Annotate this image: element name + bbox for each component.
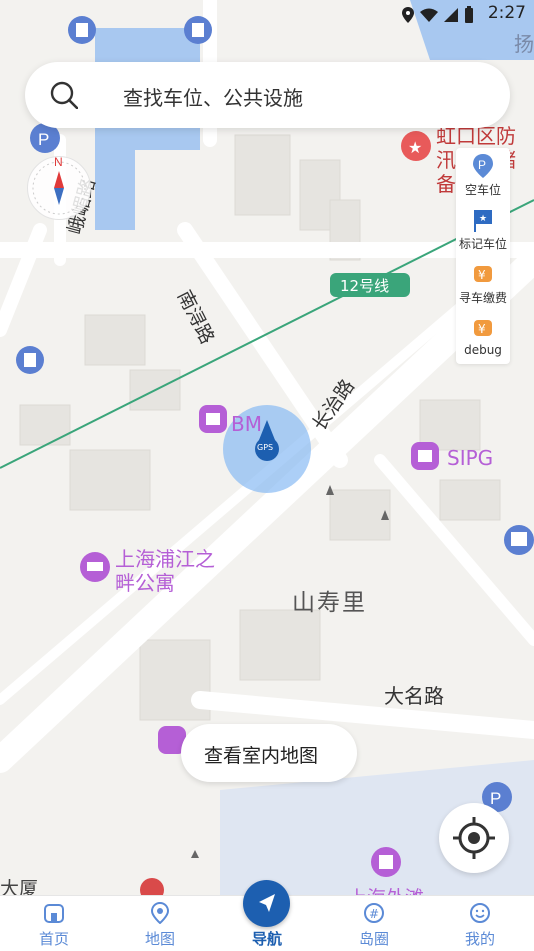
tab-profile[interactable]: 我的 [440,896,520,951]
svg-text:★: ★ [408,138,422,157]
navigate-fab[interactable] [243,880,290,927]
find-car-pay-button[interactable]: ¥ 寻车缴费 [456,256,510,310]
tab-profile-label: 我的 [464,930,495,948]
navigate-icon [259,894,275,912]
tab-island-label: 岛圈 [358,930,389,948]
indoor-map-label: 查看室内地图 [204,745,319,767]
parking-pin-icon: P [472,154,494,178]
locate-me-button[interactable] [439,803,509,873]
svg-text:¥: ¥ [478,268,486,282]
search-bar[interactable]: 查找车位、公共设施 [25,62,510,128]
emergency-poi[interactable]: ★ [401,131,431,161]
search-input[interactable]: 查找车位、公共设施 [123,82,303,111]
tab-island[interactable]: # 岛圈 [334,896,414,951]
tab-home[interactable]: 首页 [14,896,94,951]
mark-parking-label: 标记车位 [458,237,507,251]
map-label-bm: BM [231,412,262,436]
svg-text:★: ★ [479,214,487,224]
tab-map[interactable]: 地图 [120,896,200,951]
map-label-shanshouli: 山寿里 [292,590,367,616]
svg-text:P: P [38,130,49,149]
shopping-poi[interactable] [411,442,439,470]
map-label-top-right: 扬 [514,32,534,56]
map-label-gps: GPS [257,443,274,452]
compass-north-label: N [54,155,63,169]
map-pin-icon [149,901,171,925]
yen-debug-icon: ¥ [472,316,494,340]
svg-text:¥: ¥ [478,322,486,336]
yen-pay-icon: ¥ [472,262,494,286]
svg-text:#: # [369,907,379,921]
info-poi[interactable] [16,346,44,374]
empty-parking-label: 空车位 [464,183,501,197]
map-tools-panel: P 空车位 ★ 标记车位 ¥ 寻车缴费 ¥ debug [456,148,510,364]
compass-button[interactable]: N [27,155,91,220]
map-label-line12: 12号线 [340,277,390,295]
landmark-poi[interactable] [504,525,534,555]
find-car-pay-label: 寻车缴费 [458,291,507,305]
wifi-icon [420,7,438,26]
signal-icon [444,7,458,26]
island-icon: # [363,902,385,924]
debug-button[interactable]: ¥ debug [456,310,510,364]
map-label-sipg: SIPG [447,446,494,470]
search-icon [50,81,79,110]
status-bar: 2:27 [0,0,534,28]
empty-parking-button[interactable]: P 空车位 [456,148,510,202]
hotel-poi[interactable] [80,552,110,582]
map-label-daming-road: 大名路 [384,684,444,708]
svg-text:P: P [478,158,486,172]
location-icon [402,6,414,27]
map-label-apartment: 上海浦江之畔公寓 [115,547,215,595]
mark-parking-button[interactable]: ★ 标记车位 [456,202,510,256]
home-icon [43,902,65,924]
tab-navigate-label: 导航 [251,930,282,948]
shopping-poi[interactable] [199,405,227,433]
tab-home-label: 首页 [38,930,69,948]
crosshair-icon [453,817,495,859]
status-time: 2:27 [487,3,526,23]
building-poi[interactable] [371,847,401,877]
tab-map-label: 地图 [144,930,175,948]
indoor-map-button[interactable]: 查看室内地图 [181,724,357,782]
profile-icon [469,902,491,924]
debug-label: debug [464,343,502,357]
battery-icon [464,6,474,27]
flag-icon: ★ [472,208,494,232]
